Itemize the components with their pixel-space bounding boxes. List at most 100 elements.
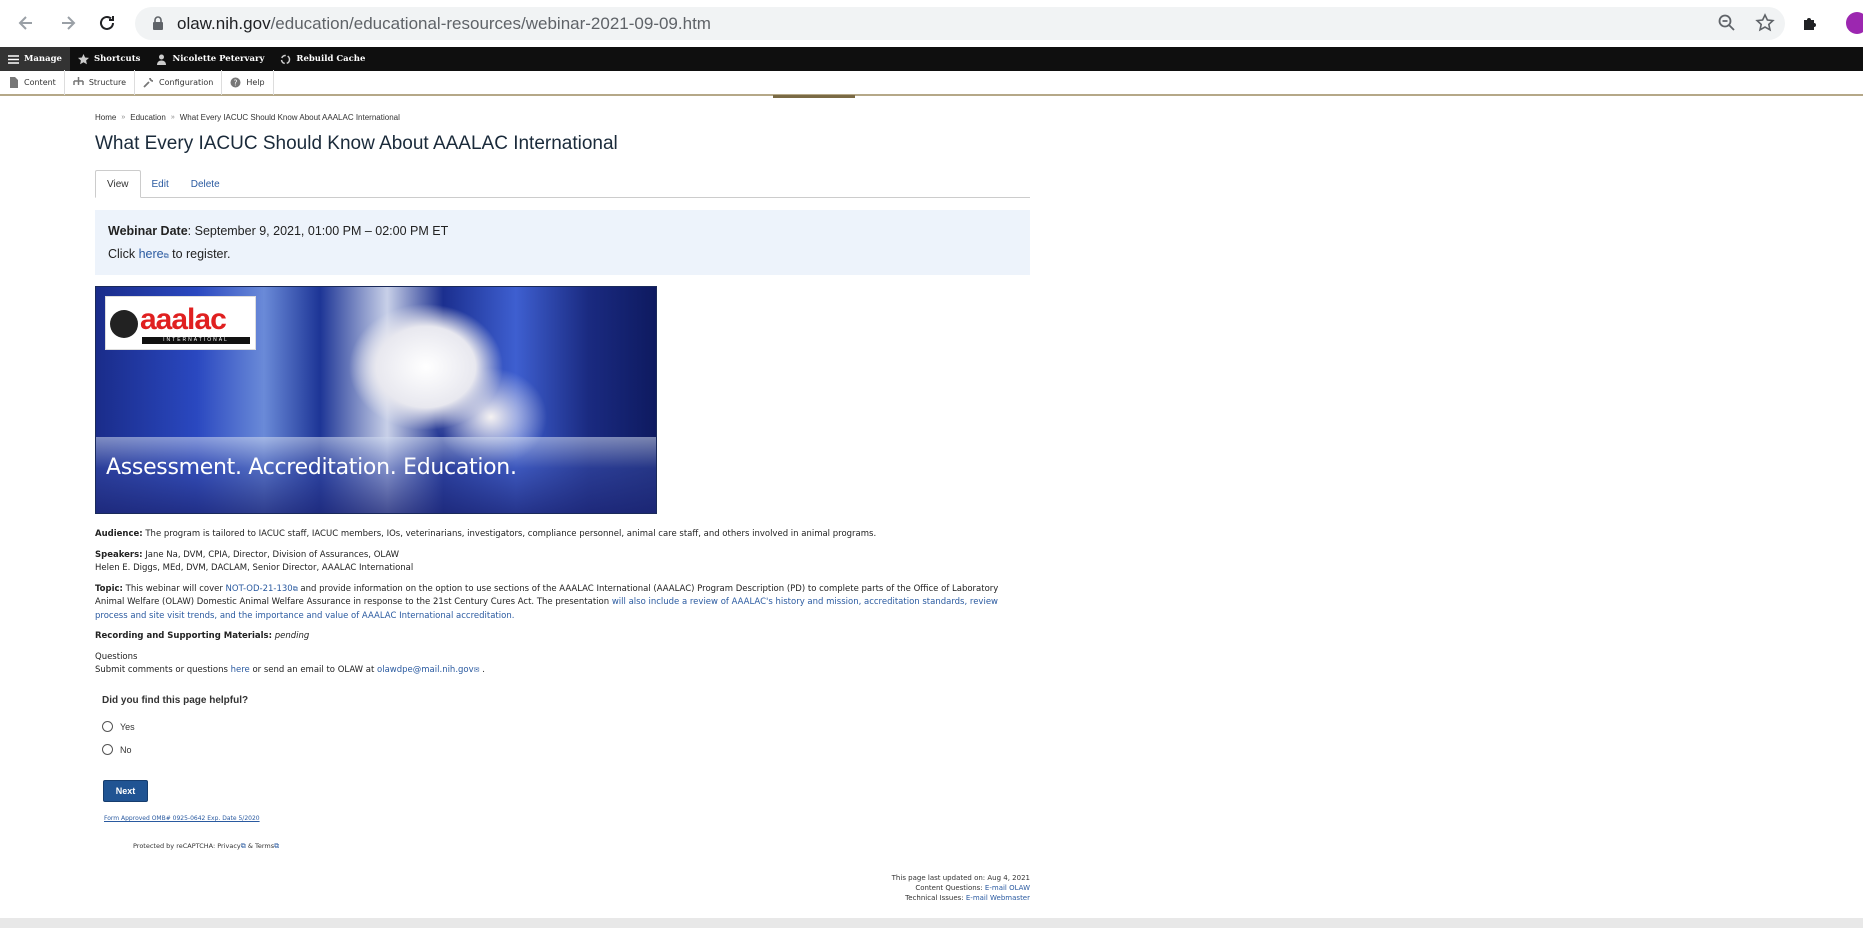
external-link-icon: ⧉ (163, 253, 169, 260)
tray-content[interactable]: Content (0, 70, 65, 95)
feedback-no-option[interactable]: No (102, 738, 248, 761)
back-button[interactable] (12, 9, 40, 37)
webinar-notice: Webinar Date: September 9, 2021, 01:00 P… (95, 210, 1030, 275)
recording-label: Recording and Supporting Materials: (95, 631, 272, 641)
lock-icon (153, 16, 163, 30)
url-text[interactable]: olaw.nih.gov/education/educational-resou… (177, 14, 711, 34)
tray-structure-label: Structure (88, 78, 127, 87)
structure-icon (73, 77, 84, 85)
logo-wordmark: aaalac (140, 303, 227, 336)
svg-text:?: ? (234, 78, 238, 87)
globe-icon (110, 310, 138, 338)
last-updated: This page last updated on: Aug 4, 2021 (891, 874, 1030, 882)
reload-button[interactable] (93, 9, 121, 37)
tray-active-indicator (773, 95, 855, 98)
recording-status: pending (274, 631, 310, 641)
recaptcha-notice: Protected by reCAPTCHA: Privacy⧉ & Terms… (133, 842, 280, 850)
rebuild-cache-button[interactable]: Rebuild Cache (272, 47, 373, 71)
topic-paragraph: Topic: This webinar will cover NOT-OD-21… (95, 583, 1030, 624)
recycle-icon (281, 54, 291, 64)
manage-menu[interactable]: Manage (0, 47, 70, 71)
tray-configuration[interactable]: Configuration (135, 70, 223, 95)
reload-icon (100, 15, 114, 30)
olaw-email-link[interactable]: olawdpe@mail.nih.gov✉ (377, 665, 480, 675)
webinar-date-value: : September 9, 2021, 01:00 PM – 02:00 PM… (187, 224, 449, 238)
star-icon (77, 53, 89, 64)
webinar-date: Webinar Date: September 9, 2021, 01:00 P… (108, 220, 1017, 243)
forward-button[interactable] (54, 9, 82, 37)
questions-text: Submit comments or questions here or sen… (95, 665, 485, 675)
speakers-paragraph: Speakers: Jane Na, DVM, CPIA, Director, … (95, 549, 1030, 576)
speakers-label: Speakers: (95, 549, 143, 560)
breadcrumb: Home » Education » What Every IACUC Shou… (95, 108, 1030, 126)
wrench-icon (143, 77, 154, 88)
profile-avatar-icon[interactable] (1846, 12, 1863, 34)
external-link-icon: ⧉ (274, 842, 280, 850)
questions-here-link[interactable]: here (231, 665, 250, 675)
yes-radio[interactable] (102, 721, 113, 732)
audience-text: The program is tailored to IACUC staff, … (142, 529, 877, 539)
admin-toolbar: Manage Shortcuts Nicolette Petervary Reb… (0, 47, 1863, 107)
user-icon (157, 54, 167, 65)
not-od-21-130-link[interactable]: NOT-OD-21-130 (226, 584, 293, 594)
no-label: No (120, 744, 132, 755)
breadcrumb-education[interactable]: Education (130, 113, 166, 122)
email-olaw-link[interactable]: E-mail OLAW (985, 884, 1030, 892)
user-menu[interactable]: Nicolette Petervary (148, 47, 272, 71)
audience-paragraph: Audience: The program is tailored to IAC… (95, 528, 1030, 542)
feedback-yes-option[interactable]: Yes (102, 715, 248, 738)
webinar-date-label: Webinar Date (108, 224, 188, 238)
bookmark-star-icon[interactable] (1755, 13, 1775, 33)
recaptcha-terms-link[interactable]: Terms (255, 842, 274, 850)
breadcrumb-separator: » (170, 113, 175, 121)
admin-tray: Content Structure Configuration ? Help (0, 70, 1863, 96)
technical-issues: Technical Issues: E-mail Webmaster (905, 894, 1030, 902)
tray-help-label: Help (246, 78, 265, 87)
breadcrumb-home[interactable]: Home (95, 113, 116, 122)
aaalac-banner-image: aaalac INTERNATIONAL Assessment. Accredi… (95, 286, 657, 514)
tray-configuration-label: Configuration (159, 78, 214, 87)
file-icon (10, 77, 18, 88)
next-button[interactable]: Next (103, 780, 148, 802)
register-link[interactable]: here⧉ (139, 247, 169, 261)
tray-help[interactable]: ? Help (222, 70, 274, 95)
address-bar[interactable]: olaw.nih.gov/education/educational-resou… (135, 7, 1785, 40)
questions-heading: Questions (95, 651, 138, 662)
main-content: Home » Education » What Every IACUC Shou… (95, 108, 1030, 902)
feedback-question: Did you find this page helpful? (102, 695, 249, 706)
audience-label: Audience: (95, 529, 143, 539)
speaker-2: Helen E. Diggs, MEd, DVM, DACLAM, Senior… (95, 563, 414, 573)
zoom-icon[interactable] (1717, 13, 1737, 33)
local-tabs: View Edit Delete (95, 170, 1030, 198)
register-text: to register. (172, 247, 231, 261)
user-label: Nicolette Petervary (172, 54, 265, 64)
banner-caption: Assessment. Accreditation. Education. (106, 455, 517, 480)
shortcuts-menu[interactable]: Shortcuts (70, 47, 148, 71)
help-icon: ? (230, 77, 241, 88)
email-webmaster-link[interactable]: E-mail Webmaster (966, 894, 1030, 902)
hamburger-icon (8, 54, 19, 64)
tray-content-label: Content (24, 78, 56, 87)
breadcrumb-separator: » (121, 113, 126, 121)
no-radio[interactable] (102, 744, 113, 755)
tray-structure[interactable]: Structure (65, 70, 136, 95)
omb-approval-link[interactable]: Form Approved OMB# 0925-0642 Exp. Date 5… (104, 815, 260, 822)
topic-label: Topic: (95, 583, 123, 594)
shortcuts-label: Shortcuts (93, 54, 141, 64)
tab-delete[interactable]: Delete (180, 170, 231, 198)
back-arrow-icon (18, 16, 32, 30)
feedback-form: Did you find this page helpful? Yes No (102, 695, 248, 761)
browser-toolbar: olaw.nih.gov/education/educational-resou… (0, 0, 1863, 47)
tab-edit[interactable]: Edit (141, 170, 180, 198)
aaalac-logo: aaalac INTERNATIONAL (105, 296, 256, 350)
extensions-puzzle-icon[interactable] (1800, 12, 1822, 34)
tab-view[interactable]: View (95, 170, 141, 198)
toolbar-orientation-icon[interactable] (1855, 99, 1863, 107)
page-footer-info: This page last updated on: Aug 4, 2021 C… (892, 873, 1030, 903)
webinar-details: Audience: The program is tailored to IAC… (95, 528, 1030, 678)
register-click-text: Click (108, 247, 136, 261)
register-line: Click here⧉ to register. (108, 243, 1017, 268)
logo-subtitle: INTERNATIONAL (142, 337, 250, 344)
page-title: What Every IACUC Should Know About AAALA… (95, 133, 618, 154)
forward-arrow-icon (62, 16, 76, 30)
